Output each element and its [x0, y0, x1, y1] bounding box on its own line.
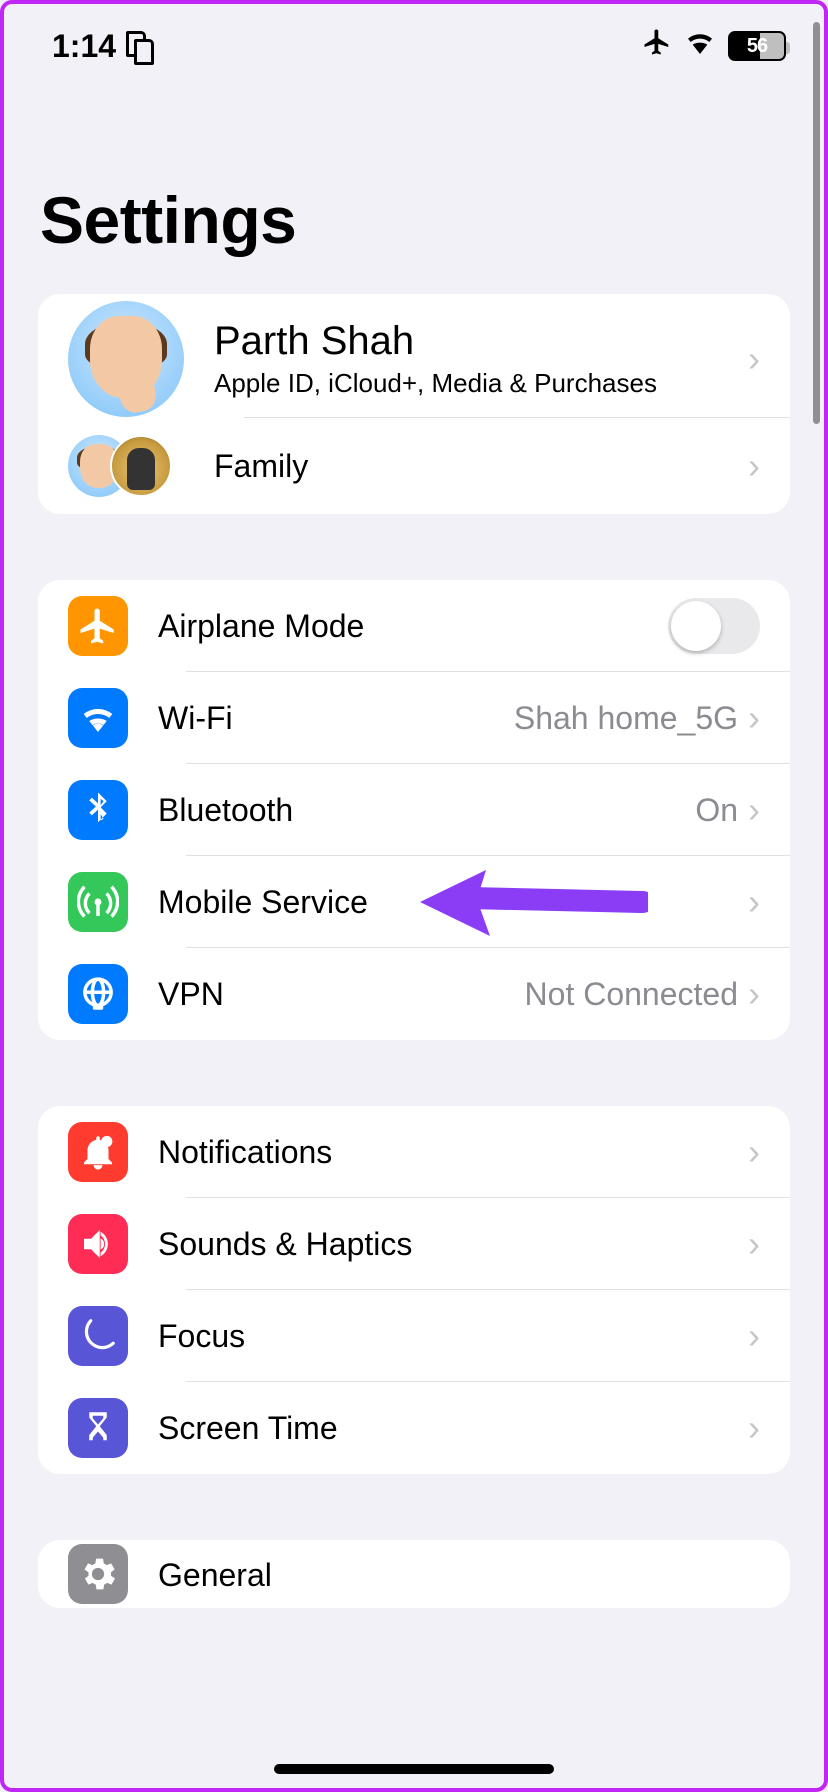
family-avatars: [68, 434, 184, 498]
notifications-row[interactable]: Notifications ›: [38, 1106, 790, 1198]
mobile-label: Mobile Service: [158, 884, 748, 921]
hourglass-icon: [68, 1398, 128, 1458]
antenna-icon: [68, 872, 128, 932]
apple-id-row[interactable]: Parth Shah Apple ID, iCloud+, Media & Pu…: [38, 294, 790, 418]
bluetooth-row[interactable]: Bluetooth On ›: [38, 764, 790, 856]
profile-name: Parth Shah: [214, 319, 748, 364]
chevron-right-icon: ›: [748, 881, 760, 923]
wifi-status-icon: [684, 26, 716, 66]
profile-text: Parth Shah Apple ID, iCloud+, Media & Pu…: [214, 319, 748, 399]
chevron-right-icon: ›: [748, 697, 760, 739]
general-label: General: [158, 1557, 760, 1594]
chevron-right-icon: ›: [748, 789, 760, 831]
chevron-right-icon: ›: [748, 1131, 760, 1173]
airplane-icon: [68, 596, 128, 656]
screentime-label: Screen Time: [158, 1410, 748, 1447]
home-indicator[interactable]: [274, 1764, 554, 1774]
profile-subtitle: Apple ID, iCloud+, Media & Purchases: [214, 368, 748, 399]
dual-sim-icon: [126, 31, 152, 61]
notifications-label: Notifications: [158, 1134, 748, 1171]
profile-group: Parth Shah Apple ID, iCloud+, Media & Pu…: [38, 294, 790, 514]
chevron-right-icon: ›: [748, 338, 760, 380]
vpn-row[interactable]: VPN Not Connected ›: [38, 948, 790, 1040]
chevron-right-icon: ›: [748, 1223, 760, 1265]
status-time: 1:14: [52, 28, 116, 65]
chevron-right-icon: ›: [748, 1315, 760, 1357]
airplane-status-icon: [642, 27, 672, 65]
page-title: Settings: [4, 76, 824, 294]
wifi-icon: [68, 688, 128, 748]
airplane-toggle[interactable]: [668, 598, 760, 654]
mobile-service-row[interactable]: Mobile Service ›: [38, 856, 790, 948]
status-right: 56: [642, 26, 786, 66]
profile-avatar: [68, 301, 184, 417]
globe-icon: [68, 964, 128, 1024]
vpn-label: VPN: [158, 976, 525, 1013]
gear-icon: [68, 1544, 128, 1604]
bell-icon: [68, 1122, 128, 1182]
system-group: General: [38, 1540, 790, 1608]
wifi-label: Wi-Fi: [158, 700, 514, 737]
screentime-row[interactable]: Screen Time ›: [38, 1382, 790, 1474]
alerts-group: Notifications › Sounds & Haptics › Focus…: [38, 1106, 790, 1474]
bluetooth-value: On: [695, 792, 738, 829]
bluetooth-label: Bluetooth: [158, 792, 695, 829]
battery-indicator: 56: [728, 31, 786, 61]
general-row[interactable]: General: [38, 1540, 790, 1608]
focus-label: Focus: [158, 1318, 748, 1355]
chevron-right-icon: ›: [748, 445, 760, 487]
chevron-right-icon: ›: [748, 973, 760, 1015]
status-bar: 1:14 56: [4, 4, 824, 76]
bluetooth-icon: [68, 780, 128, 840]
wifi-row[interactable]: Wi-Fi Shah home_5G ›: [38, 672, 790, 764]
status-left: 1:14: [52, 28, 152, 65]
airplane-mode-row[interactable]: Airplane Mode: [38, 580, 790, 672]
family-label: Family: [214, 448, 748, 485]
network-group: Airplane Mode Wi-Fi Shah home_5G › Bluet…: [38, 580, 790, 1040]
moon-icon: [68, 1306, 128, 1366]
family-row[interactable]: Family ›: [38, 418, 790, 514]
sounds-label: Sounds & Haptics: [158, 1226, 748, 1263]
airplane-label: Airplane Mode: [158, 608, 668, 645]
sounds-row[interactable]: Sounds & Haptics ›: [38, 1198, 790, 1290]
chevron-right-icon: ›: [748, 1407, 760, 1449]
vpn-value: Not Connected: [525, 976, 738, 1013]
speaker-icon: [68, 1214, 128, 1274]
battery-level: 56: [747, 35, 767, 58]
wifi-value: Shah home_5G: [514, 700, 738, 737]
focus-row[interactable]: Focus ›: [38, 1290, 790, 1382]
scrollbar-indicator: [813, 22, 820, 424]
